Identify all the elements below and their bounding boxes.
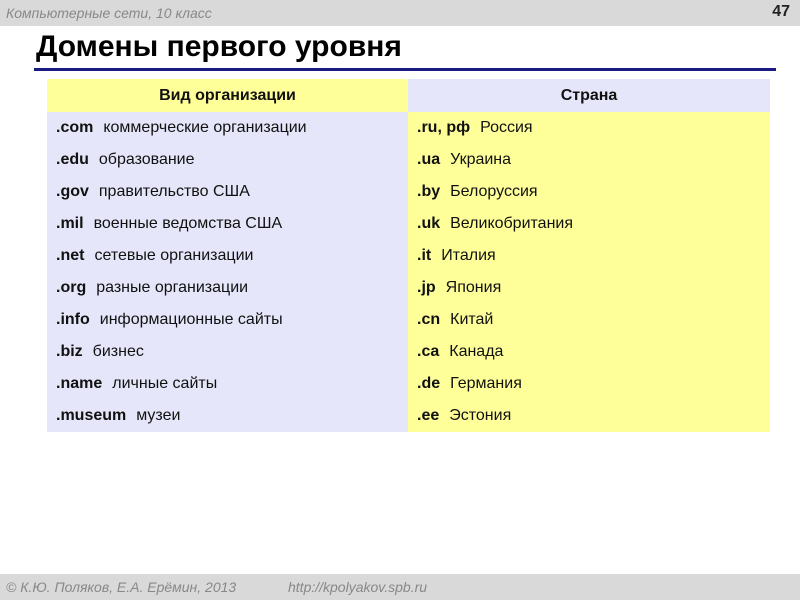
table-row: .com коммерческие организации .ru, рф Росси… bbox=[47, 112, 770, 144]
table-row: .org разные организации .jp Япония bbox=[47, 272, 770, 304]
org-desc: личные сайты bbox=[112, 375, 218, 392]
country-name: Великобритания bbox=[450, 215, 573, 232]
country-name: Китай bbox=[450, 311, 494, 328]
country-cell: .cn Китай bbox=[408, 304, 770, 336]
slide-number: 47 bbox=[772, 3, 790, 20]
country-cell: .it Италия bbox=[408, 240, 770, 272]
country-cell: .ee Эстония bbox=[408, 400, 770, 432]
country-cell: .ru, рф Россия bbox=[408, 112, 770, 144]
country-code: .ee bbox=[417, 407, 440, 424]
org-code: .org bbox=[56, 279, 87, 296]
org-cell: .mil военные ведомства США bbox=[47, 208, 408, 240]
org-cell: .net сетевые организации bbox=[47, 240, 408, 272]
org-code: .edu bbox=[56, 151, 89, 168]
org-desc: образование bbox=[98, 151, 195, 168]
header-org-type: Вид организации bbox=[47, 79, 408, 112]
country-name: Канада bbox=[449, 343, 504, 360]
table-row: .info информационные сайты .cn Китай bbox=[47, 304, 770, 336]
org-code: .museum bbox=[56, 407, 127, 424]
copyright: © К.Ю. Поляков, Е.А. Ерёмин, 2013 bbox=[6, 579, 237, 595]
country-code: .by bbox=[417, 183, 441, 200]
table-row: .edu образование .ua Украина bbox=[47, 144, 770, 176]
org-cell: .biz бизнес bbox=[47, 336, 408, 368]
table-row: .net сетевые организации .it Италия bbox=[47, 240, 770, 272]
country-code: .ua bbox=[417, 151, 441, 168]
org-code: .com bbox=[56, 119, 94, 136]
course-name: Компьютерные сети, 10 класс bbox=[6, 5, 212, 21]
org-desc: сетевые организации bbox=[94, 247, 254, 264]
table-row: .name личные сайты .de Германия bbox=[47, 368, 770, 400]
country-name: Белоруссия bbox=[450, 183, 538, 200]
country-cell: .de Германия bbox=[408, 368, 770, 400]
org-code: .gov bbox=[56, 183, 89, 200]
org-desc: информационные сайты bbox=[99, 311, 283, 328]
org-desc: коммерческие организации bbox=[103, 119, 307, 136]
org-cell: .name личные сайты bbox=[47, 368, 408, 400]
country-name: Украина bbox=[450, 151, 512, 168]
country-code: .ca bbox=[417, 343, 440, 360]
country-code: .cn bbox=[417, 311, 441, 328]
country-name: Россия bbox=[480, 119, 533, 136]
org-cell: .org разные организации bbox=[47, 272, 408, 304]
org-code: .mil bbox=[56, 215, 84, 232]
country-cell: .jp Япония bbox=[408, 272, 770, 304]
org-code: .biz bbox=[56, 343, 83, 360]
org-cell: .info информационные сайты bbox=[47, 304, 408, 336]
org-cell: .edu образование bbox=[47, 144, 408, 176]
country-name: Эстония bbox=[449, 407, 512, 424]
country-name: Италия bbox=[441, 247, 496, 264]
header-bar: Компьютерные сети, 10 класс 47 bbox=[0, 0, 800, 26]
country-cell: .ua Украина bbox=[408, 144, 770, 176]
country-code: .uk bbox=[417, 215, 441, 232]
title-underline bbox=[34, 68, 776, 71]
org-code: .name bbox=[56, 375, 103, 392]
country-cell: .uk Великобритания bbox=[408, 208, 770, 240]
table-row: .biz бизнес .ca Канада bbox=[47, 336, 770, 368]
footer-url[interactable]: http://kpolyakov.spb.ru bbox=[288, 579, 427, 595]
org-desc: музеи bbox=[136, 407, 181, 424]
org-desc: военные ведомства США bbox=[93, 215, 283, 232]
table-row: .mil военные ведомства США .uk Великобритан… bbox=[47, 208, 770, 240]
country-code: .jp bbox=[417, 279, 436, 296]
footer-bar: © К.Ю. Поляков, Е.А. Ерёмин, 2013 http:/… bbox=[0, 574, 800, 600]
org-cell: .gov правительство США bbox=[47, 176, 408, 208]
table-header-row: Вид организации Страна bbox=[47, 79, 770, 112]
country-name: Япония bbox=[445, 279, 502, 296]
table-row: .gov правительство США .by Белоруссия bbox=[47, 176, 770, 208]
org-cell: .museum музеи bbox=[47, 400, 408, 432]
country-cell: .ca Канада bbox=[408, 336, 770, 368]
domains-table: Вид организации Страна .com коммерческие … bbox=[47, 79, 770, 432]
country-code: .it bbox=[417, 247, 432, 264]
country-code: .ru, рф bbox=[417, 119, 471, 136]
header-country: Страна bbox=[408, 79, 770, 112]
slide-title: Домены первого уровня bbox=[36, 30, 402, 63]
org-cell: .com коммерческие организации bbox=[47, 112, 408, 144]
country-code: .de bbox=[417, 375, 441, 392]
country-cell: .by Белоруссия bbox=[408, 176, 770, 208]
org-desc: правительство США bbox=[98, 183, 250, 200]
org-desc: разные организации bbox=[96, 279, 249, 296]
country-name: Германия bbox=[450, 375, 522, 392]
org-code: .info bbox=[56, 311, 90, 328]
org-desc: бизнес bbox=[92, 343, 144, 360]
org-code: .net bbox=[56, 247, 85, 264]
table-row: .museum музеи .ee Эстония bbox=[47, 400, 770, 432]
